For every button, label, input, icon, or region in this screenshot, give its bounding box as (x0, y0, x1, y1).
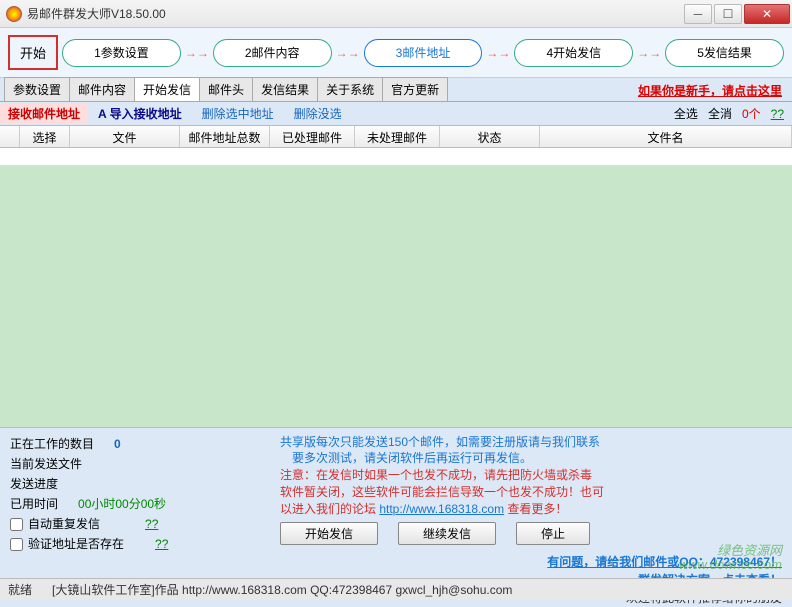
elapsed-value: 00小时00分00秒 (78, 494, 166, 514)
th-filename[interactable]: 文件名 (540, 126, 792, 147)
import-address-button[interactable]: A 导入接收地址 (88, 103, 192, 124)
help-icon[interactable]: ?? (145, 514, 158, 534)
address-toolbar: 接收邮件地址 A 导入接收地址 删除选中地址 删除没选 全选 全消 0个 ?? (0, 102, 792, 126)
delete-selected-button[interactable]: 删除选中地址 (192, 103, 284, 124)
notice-line: 共享版每次只能发送150个邮件，如需要注册版请与我们联系 (280, 434, 782, 450)
status-credit: [大镜山软件工作室]作品 http://www.168318.com QQ:47… (52, 581, 512, 598)
tab-about[interactable]: 关于系统 (317, 77, 383, 101)
arrow-icon: →→ (486, 46, 510, 60)
continue-send-button[interactable]: 继续发信 (398, 522, 496, 545)
verify-addr-checkbox[interactable] (10, 538, 23, 551)
arrow-icon: →→ (185, 46, 209, 60)
current-file-label: 当前发送文件 (10, 454, 260, 474)
auto-retry-label: 自动重复发信 (28, 514, 100, 534)
flow-step-3[interactable]: 3邮件地址 (364, 39, 483, 67)
window-controls: ─ ☐ ✕ (684, 4, 792, 24)
working-count-label: 正在工作的数目 (10, 434, 94, 454)
th-unprocessed[interactable]: 未处理邮件 (355, 126, 440, 147)
titlebar: 易邮件群发大师V18.50.00 ─ ☐ ✕ (0, 0, 792, 28)
statusbar: 就绪 [大镜山软件工作室]作品 http://www.168318.com QQ… (0, 578, 792, 600)
table-header: 选择 文件 邮件地址总数 已处理邮件 未处理邮件 状态 文件名 (0, 126, 792, 148)
address-table-body[interactable] (0, 148, 792, 428)
th-processed[interactable]: 已处理邮件 (270, 126, 355, 147)
flow-step-2[interactable]: 2邮件内容 (213, 39, 332, 67)
newbie-help-link[interactable]: 如果你是新手，请点击这里 (638, 82, 782, 99)
workflow-bar: 开始 1参数设置 →→ 2邮件内容 →→ 3邮件地址 →→ 4开始发信 →→ 5… (0, 28, 792, 78)
start-send-button[interactable]: 开始发信 (280, 522, 378, 545)
app-icon (6, 6, 22, 22)
select-all-button[interactable]: 全选 (674, 105, 698, 122)
toolbar-title: 接收邮件地址 (0, 103, 88, 124)
notice-line: 要多次测试，请关闭软件后再运行可再发信。 (280, 450, 782, 466)
flow-step-1[interactable]: 1参数设置 (62, 39, 181, 67)
notice-forum: 以进入我们的论坛 http://www.168318.com 查看更多！ (280, 500, 782, 517)
notice-warning: 软件暂关闭，这些软件可能会拦信导致一个也发不成功！也可 (280, 483, 782, 500)
working-count-value: 0 (114, 434, 121, 454)
tab-result[interactable]: 发信结果 (252, 77, 318, 101)
help-icon[interactable]: ?? (155, 534, 168, 554)
table-row (0, 148, 792, 166)
th-file[interactable]: 文件 (70, 126, 180, 147)
elapsed-label: 已用时间 (10, 494, 58, 514)
tab-start-send[interactable]: 开始发信 (134, 77, 200, 101)
flow-step-5[interactable]: 5发信结果 (665, 39, 784, 67)
status-ready: 就绪 (8, 581, 32, 598)
status-panel: 正在工作的数目 0 当前发送文件 发送进度 已用时间 00小时00分00秒 自动… (0, 428, 270, 578)
deselect-all-button[interactable]: 全消 (708, 105, 732, 122)
start-box[interactable]: 开始 (8, 35, 58, 70)
bottom-area: 正在工作的数目 0 当前发送文件 发送进度 已用时间 00小时00分00秒 自动… (0, 428, 792, 578)
tab-params[interactable]: 参数设置 (4, 77, 70, 101)
notice-warning: 注意：在发信时如果一个也发不成功，请先把防火墙或杀毒 (280, 466, 782, 483)
forum-link[interactable]: http://www.168318.com (379, 502, 504, 516)
maximize-button[interactable]: ☐ (714, 4, 742, 24)
th-blank (0, 126, 20, 147)
progress-label: 发送进度 (10, 474, 260, 494)
window-title: 易邮件群发大师V18.50.00 (27, 5, 166, 22)
tab-content[interactable]: 邮件内容 (69, 77, 135, 101)
auto-retry-checkbox[interactable] (10, 518, 23, 531)
th-total[interactable]: 邮件地址总数 (180, 126, 270, 147)
delete-unselected-button[interactable]: 删除没选 (284, 103, 352, 124)
tab-update[interactable]: 官方更新 (382, 77, 448, 101)
help-icon[interactable]: ?? (771, 107, 784, 121)
close-button[interactable]: ✕ (744, 4, 790, 24)
stop-button[interactable]: 停止 (516, 522, 590, 545)
tab-header[interactable]: 邮件头 (199, 77, 253, 101)
th-status[interactable]: 状态 (440, 126, 540, 147)
verify-addr-label: 验证地址是否存在 (28, 534, 124, 554)
address-count: 0个 (742, 105, 761, 122)
minimize-button[interactable]: ─ (684, 4, 712, 24)
watermark: 绿色资源网 www.downcc.com (679, 544, 782, 572)
th-select[interactable]: 选择 (20, 126, 70, 147)
arrow-icon: →→ (637, 46, 661, 60)
arrow-icon: →→ (336, 46, 360, 60)
flow-step-4[interactable]: 4开始发信 (514, 39, 633, 67)
